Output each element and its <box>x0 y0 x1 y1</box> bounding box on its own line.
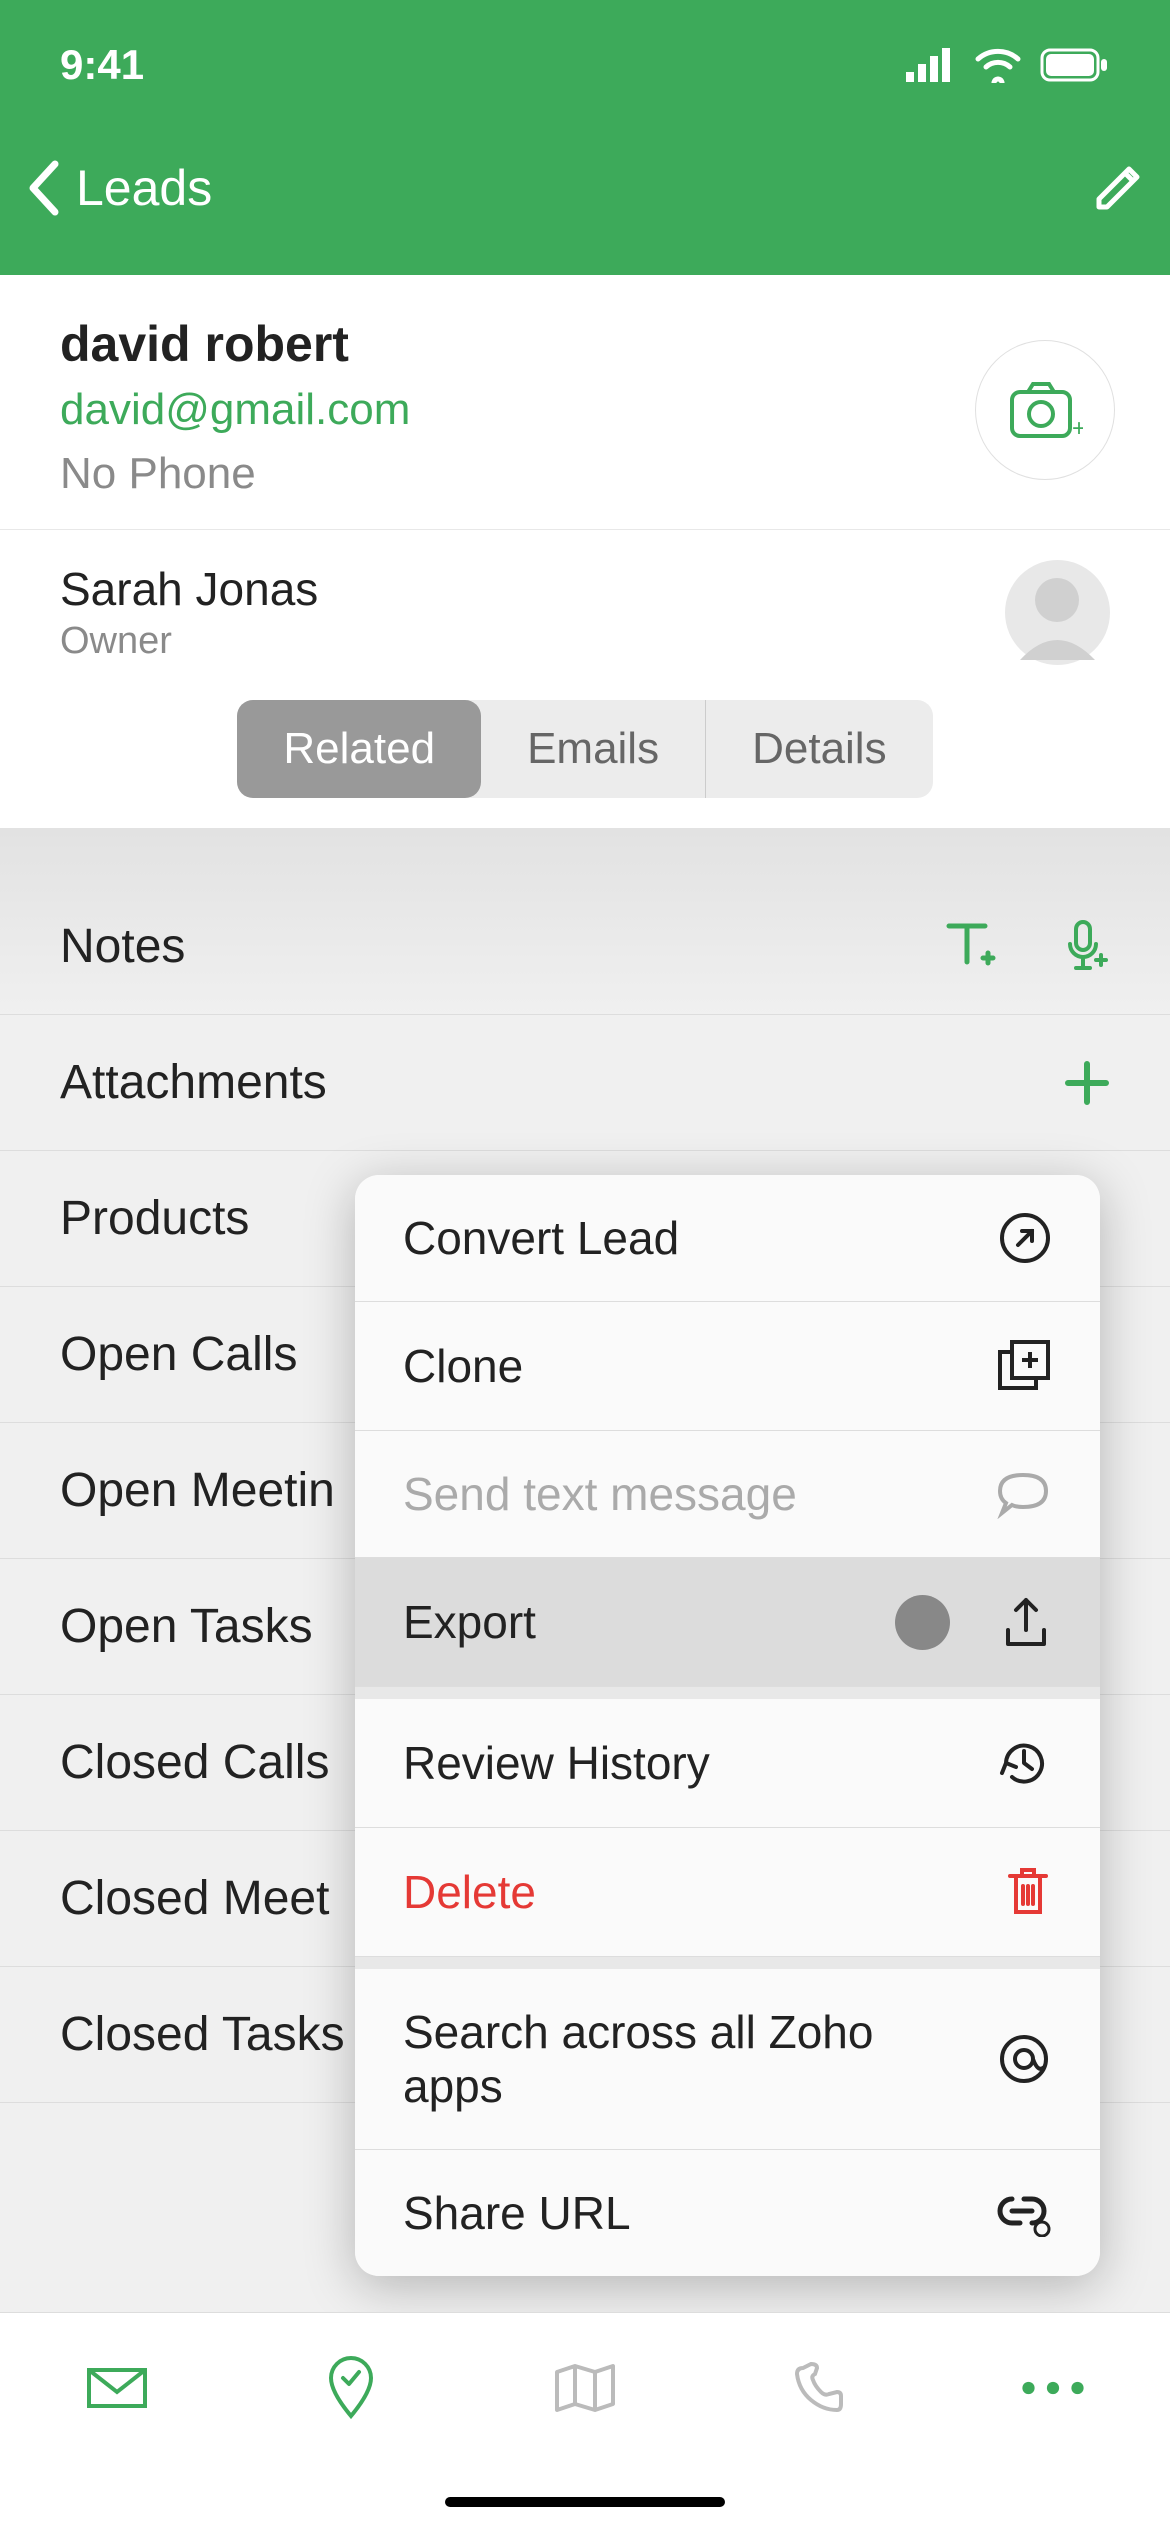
owner-avatar <box>1005 560 1110 665</box>
toolbar-call-button[interactable] <box>784 2353 854 2423</box>
actions-popover: Convert Lead Clone Send text message Exp… <box>355 1175 1100 2276</box>
action-clone[interactable]: Clone <box>355 1302 1100 1431</box>
action-sms-label: Send text message <box>403 1467 797 1521</box>
related-open-calls-label: Open Calls <box>60 1327 297 1382</box>
voice-note-icon[interactable] <box>1062 918 1110 974</box>
lead-email[interactable]: david@gmail.com <box>60 385 1110 435</box>
status-bar: 9:41 <box>0 0 1170 130</box>
touch-indicator <box>895 1595 950 1650</box>
action-send-sms: Send text message <box>355 1431 1100 1558</box>
tab-details[interactable]: Details <box>706 700 933 798</box>
tab-emails[interactable]: Emails <box>481 700 706 798</box>
related-notes-label: Notes <box>60 919 185 974</box>
action-review-history[interactable]: Review History <box>355 1687 1100 1828</box>
action-clone-label: Clone <box>403 1339 523 1393</box>
action-delete-label: Delete <box>403 1865 536 1919</box>
action-share-url[interactable]: Share URL <box>355 2150 1100 2276</box>
tabs: Related Emails Details <box>0 700 1170 828</box>
wifi-icon <box>974 47 1022 83</box>
back-label: Leads <box>76 159 212 217</box>
more-icon <box>1018 2378 1088 2398</box>
related-attachments-label: Attachments <box>60 1055 327 1110</box>
related-products-label: Products <box>60 1191 249 1246</box>
toolbar-more-button[interactable] <box>1018 2353 1088 2423</box>
trash-icon <box>1004 1864 1052 1920</box>
text-note-icon[interactable] <box>943 918 997 968</box>
toolbar-map-button[interactable] <box>550 2353 620 2423</box>
action-review-label: Review History <box>403 1736 710 1790</box>
link-icon <box>992 2189 1052 2237</box>
arrow-out-circle-icon <box>998 1211 1052 1265</box>
edit-button[interactable] <box>1091 161 1145 215</box>
home-indicator[interactable] <box>445 2497 725 2507</box>
related-open-tasks-label: Open Tasks <box>60 1599 313 1654</box>
related-closed-tasks-label: Closed Tasks <box>60 2007 345 2062</box>
action-export-label: Export <box>403 1595 536 1649</box>
related-attachments[interactable]: Attachments <box>0 1015 1170 1151</box>
action-convert-lead[interactable]: Convert Lead <box>355 1175 1100 1302</box>
lead-name: david robert <box>60 315 1110 373</box>
action-search-all[interactable]: Search across all Zoho apps <box>355 1957 1100 2150</box>
nav-bar: Leads <box>0 130 1170 275</box>
pencil-icon <box>1091 161 1145 215</box>
related-open-meetings-label: Open Meetin <box>60 1463 335 1518</box>
owner-info: Sarah Jonas Owner <box>60 562 318 663</box>
related-closed-meetings-label: Closed Meet <box>60 1871 329 1926</box>
action-delete[interactable]: Delete <box>355 1828 1100 1957</box>
svg-text:+: + <box>1072 415 1083 440</box>
owner-row[interactable]: Sarah Jonas Owner <box>0 529 1170 700</box>
tab-related[interactable]: Related <box>237 700 481 798</box>
battery-icon <box>1040 48 1110 82</box>
cellular-icon <box>906 48 956 82</box>
lead-phone-label: No Phone <box>60 449 1110 499</box>
bottom-toolbar <box>0 2312 1170 2532</box>
action-convert-label: Convert Lead <box>403 1211 679 1265</box>
chevron-left-icon <box>25 160 61 216</box>
back-button[interactable]: Leads <box>25 159 212 217</box>
status-time: 9:41 <box>60 41 144 89</box>
chat-bubble-icon <box>994 1469 1052 1519</box>
plus-icon[interactable] <box>1064 1060 1110 1106</box>
action-search-label: Search across all Zoho apps <box>403 2005 883 2113</box>
add-photo-button[interactable]: + <box>975 340 1115 480</box>
export-icon <box>1000 1594 1052 1650</box>
search-at-icon <box>996 2031 1052 2087</box>
action-share-label: Share URL <box>403 2186 631 2240</box>
mail-icon <box>85 2364 149 2412</box>
history-icon <box>996 1735 1052 1791</box>
status-icons <box>906 47 1110 83</box>
related-closed-calls-label: Closed Calls <box>60 1735 329 1790</box>
phone-icon <box>791 2360 847 2416</box>
related-notes[interactable]: Notes <box>0 878 1170 1015</box>
clone-icon <box>996 1338 1052 1394</box>
pin-check-icon <box>325 2356 377 2420</box>
owner-role: Owner <box>60 620 318 663</box>
action-export[interactable]: Export <box>355 1558 1100 1687</box>
owner-name: Sarah Jonas <box>60 562 318 616</box>
map-icon <box>551 2360 619 2416</box>
avatar-placeholder-icon <box>1005 560 1110 665</box>
camera-icon: + <box>1008 380 1083 440</box>
toolbar-checkin-button[interactable] <box>316 2353 386 2423</box>
toolbar-mail-button[interactable] <box>82 2353 152 2423</box>
